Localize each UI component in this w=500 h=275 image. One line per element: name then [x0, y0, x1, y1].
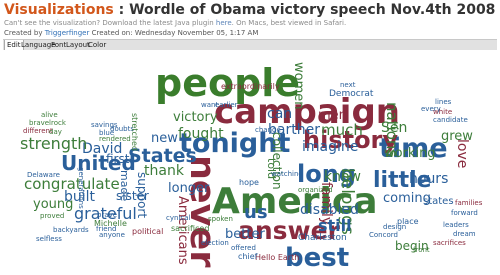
- cloud-word: offered: [231, 244, 256, 252]
- cloud-word: savings: [91, 121, 118, 129]
- word-cloud: people campaign tonight America answer best ti…: [3, 50, 497, 275]
- cloud-word: better: [225, 227, 265, 242]
- creator-link[interactable]: Triggerfinger: [45, 29, 90, 37]
- cloud-word: thank: [144, 163, 184, 179]
- cloud-word: anyone: [99, 231, 125, 239]
- cloud-word: next: [340, 81, 356, 89]
- cloud-word: first: [106, 152, 130, 166]
- cloud-word: Concord: [369, 231, 398, 239]
- cloud-word: fought: [178, 126, 224, 142]
- page-title: Visualizations : Wordle of Obama victory…: [4, 2, 496, 18]
- cloud-word: generations: [77, 167, 85, 209]
- title-separator: :: [113, 2, 130, 18]
- java-note-prefix: Can't see the visualization? Download th…: [4, 19, 216, 27]
- cloud-word: Charleston: [298, 233, 347, 243]
- cloud-word: organized: [298, 186, 333, 194]
- cloud-word: spoken: [208, 215, 233, 223]
- cloud-word: new: [151, 131, 178, 146]
- cloud-word: young: [33, 197, 74, 212]
- cloud-word: candidate: [433, 116, 468, 124]
- created-on-text: Created on: Wednesday November 05, 1:17 …: [89, 29, 259, 37]
- created-by-label: Created by: [4, 29, 45, 37]
- java-note-suffix: . On Macs, best viewed in Safari.: [231, 19, 347, 27]
- cloud-word: cynical: [166, 214, 191, 222]
- cloud-word: chief: [238, 252, 258, 261]
- cloud-word: much: [321, 121, 363, 139]
- cloud-word: stretched: [130, 113, 139, 151]
- cloud-word: states: [423, 196, 454, 207]
- cloud-word: Hello Earth: [255, 253, 300, 262]
- cloud-word: sacrifices: [433, 239, 466, 247]
- cloud-word: hours: [409, 171, 449, 187]
- visualization-title: Wordle of Obama victory speech Nov.4th 2…: [129, 2, 496, 18]
- cloud-word: blue: [99, 129, 115, 137]
- cloud-word: still: [318, 216, 352, 235]
- cloud-word: alive: [41, 111, 58, 119]
- cloud-word: backyards: [53, 226, 89, 234]
- cloud-word: women: [291, 62, 306, 110]
- cloud-word: sister: [116, 189, 149, 203]
- cloud-word: Democrat: [329, 89, 374, 99]
- cloud-word: selfless: [36, 235, 62, 243]
- cloud-word: families: [455, 199, 483, 207]
- cloud-word: victory: [173, 110, 218, 125]
- page-header: Visualizations : Wordle of Obama victory…: [4, 2, 496, 38]
- cloud-word: Delaware: [27, 171, 60, 179]
- cloud-word: political: [132, 227, 164, 236]
- cloud-word: imagine: [302, 139, 359, 155]
- cloud-word: longer: [168, 181, 210, 196]
- cloud-word: place: [397, 217, 419, 226]
- cloud-word: can: [267, 106, 293, 122]
- cloud-word: watching: [271, 170, 303, 178]
- cloud-word: change: [255, 126, 281, 134]
- cloud-word: know: [324, 169, 361, 185]
- wordle-page: Visualizations : Wordle of Obama victory…: [0, 0, 500, 275]
- cloud-word: hope: [239, 178, 259, 187]
- cloud-word: leaders: [443, 221, 469, 229]
- cloud-word: sacrificed: [171, 224, 210, 233]
- cloud-word: brave: [97, 211, 118, 219]
- breadcrumb-visualizations[interactable]: Visualizations: [4, 2, 114, 18]
- menu-color[interactable]: Color: [86, 40, 108, 50]
- cloud-word: extraordinarily: [221, 82, 280, 91]
- cloud-word: love: [454, 139, 470, 169]
- cloud-word: dream: [453, 230, 476, 238]
- cloud-word: earlier: [215, 101, 238, 109]
- cloud-word: forward: [451, 209, 478, 217]
- cloud-word: strength: [20, 134, 88, 153]
- cloud-word: disabled: [300, 202, 359, 218]
- cloud-word: men: [318, 108, 347, 123]
- creation-meta: Created by Triggerfinger Created on: Wed…: [4, 28, 496, 38]
- cloud-word: nations: [383, 102, 401, 158]
- cloud-word: election: [201, 239, 229, 247]
- cloud-word: day: [49, 128, 62, 136]
- cloud-word: bravelrock: [29, 119, 66, 127]
- cloud-word: rendered: [99, 135, 131, 143]
- cloud-word: friend: [96, 225, 117, 233]
- java-download-link[interactable]: here: [216, 19, 232, 27]
- cloud-word: every: [421, 105, 441, 113]
- cloud-word: proved: [40, 212, 65, 220]
- java-plugin-note: Can't see the visualization? Download th…: [4, 18, 496, 28]
- cloud-word: front: [413, 246, 430, 254]
- cloud-word: us: [244, 202, 268, 223]
